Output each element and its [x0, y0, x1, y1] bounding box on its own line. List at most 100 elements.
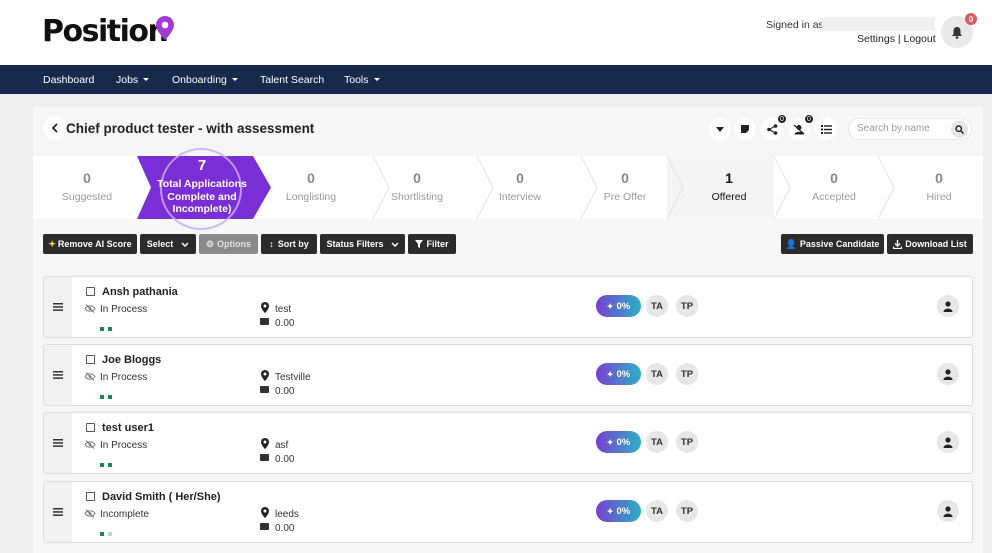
assign-count-badge: 0 — [804, 114, 814, 124]
stage-shortlisting[interactable]: 0 Shortlisting — [367, 156, 467, 219]
notification-count-badge: 0 — [965, 13, 977, 25]
candidate-name[interactable]: test user1 — [102, 422, 154, 434]
stage-label: Interview — [498, 191, 541, 203]
stage-count: 0 — [516, 170, 524, 186]
nav-dashboard[interactable]: Dashboard — [43, 74, 94, 86]
ai-score-value: 0% — [616, 368, 631, 380]
candidate-checkbox[interactable] — [86, 492, 95, 501]
assessment-badge-ta[interactable]: TA — [646, 431, 668, 453]
ai-score-pill[interactable]: ✦ 0% — [596, 363, 641, 385]
candidate-checkbox[interactable] — [86, 355, 95, 364]
candidate-row[interactable]: Joe Bloggs In Process Testville 0.00 ✦ 0%… — [43, 344, 973, 406]
search-icon — [955, 125, 964, 134]
stage-label: Pre Offer — [603, 191, 647, 203]
nav-talent-search[interactable]: Talent Search — [260, 74, 324, 86]
assessment-badge-tp[interactable]: TP — [676, 363, 698, 385]
drag-handle[interactable] — [44, 413, 72, 473]
caret-down-icon — [716, 126, 724, 132]
download-list-button[interactable]: Download List — [887, 234, 973, 254]
stage-interview[interactable]: 0 Interview — [469, 156, 571, 219]
stage-count: 0 — [307, 170, 315, 186]
location-pin-icon — [261, 507, 269, 518]
list-view-button[interactable] — [815, 118, 837, 140]
stage-count: 0 — [83, 170, 91, 186]
stage-count: 1 — [725, 170, 733, 186]
caret-down-icon — [373, 78, 380, 81]
nav-tools[interactable]: Tools — [344, 74, 380, 86]
chevron-left-icon — [51, 123, 58, 133]
drag-handle[interactable] — [44, 482, 72, 542]
settings-link[interactable]: Settings — [857, 33, 895, 45]
assessment-badge-tp[interactable]: TP — [676, 295, 698, 317]
candidate-row[interactable]: David Smith ( Her/She) Incomplete leeds … — [43, 481, 973, 543]
candidate-profile-button[interactable] — [937, 431, 959, 453]
select-dropdown[interactable]: Select — [140, 234, 196, 254]
candidate-status: In Process — [100, 372, 148, 383]
progress-dot — [100, 327, 104, 331]
candidate-status: Incomplete — [100, 509, 149, 520]
candidate-salary: 0.00 — [275, 386, 295, 397]
assessment-badge-ta[interactable]: TA — [646, 363, 668, 385]
assessment-badge-tp[interactable]: TP — [676, 431, 698, 453]
status-filters-dropdown[interactable]: Status Filters — [320, 234, 405, 254]
bell-icon — [952, 26, 962, 39]
progress-dot — [100, 532, 104, 536]
candidate-row[interactable]: Ansh pathania In Process test 0.00 ✦ 0% T… — [43, 276, 973, 338]
stage-accepted[interactable]: 0 Accepted — [783, 156, 885, 219]
sort-by-button[interactable]: ↕ Sort by — [261, 234, 317, 254]
search-button[interactable] — [951, 121, 968, 138]
progress-dots — [100, 527, 116, 539]
download-icon — [893, 239, 903, 249]
candidate-checkbox[interactable] — [86, 423, 95, 432]
ai-score-pill[interactable]: ✦ 0% — [596, 500, 641, 522]
stage-pre-offer[interactable]: 0 Pre Offer — [573, 156, 677, 219]
remove-ai-score-button[interactable]: ✦ Remove AI Score — [43, 234, 137, 254]
account-links: Settings | Logout — [857, 33, 936, 45]
drag-handle[interactable] — [44, 345, 72, 405]
stage-label: Offered — [711, 191, 747, 203]
location-pin-logo-icon — [156, 16, 174, 40]
notes-button[interactable] — [734, 118, 756, 140]
stage-label-line: Complete and — [167, 190, 237, 203]
back-button[interactable] — [43, 116, 67, 140]
more-actions-button[interactable] — [709, 118, 731, 140]
candidate-name[interactable]: Ansh pathania — [102, 286, 178, 298]
nav-jobs[interactable]: Jobs — [116, 74, 150, 86]
nav-onboarding[interactable]: Onboarding — [172, 74, 238, 86]
candidate-profile-button[interactable] — [937, 295, 959, 317]
filter-button[interactable]: Filter — [408, 234, 456, 254]
candidate-name[interactable]: David Smith ( Her/She) — [102, 491, 221, 503]
stage-suggested[interactable]: 0 Suggested — [33, 156, 141, 219]
user-icon — [943, 300, 953, 312]
candidate-checkbox[interactable] — [86, 287, 95, 296]
candidate-name[interactable]: Joe Bloggs — [102, 354, 161, 366]
sparkle-icon: ✦ — [606, 369, 614, 379]
logout-link[interactable]: Logout — [904, 33, 936, 45]
options-button[interactable]: ⚙ Options — [199, 234, 258, 254]
ai-score-value: 0% — [616, 436, 631, 448]
note-icon — [741, 125, 749, 133]
main-nav: Dashboard Jobs Onboarding Talent Search … — [0, 65, 992, 94]
search-input[interactable] — [857, 123, 947, 134]
drag-handle[interactable] — [44, 277, 72, 337]
nav-label: Jobs — [116, 74, 139, 86]
assessment-badge-ta[interactable]: TA — [646, 500, 668, 522]
ai-score-pill[interactable]: ✦ 0% — [596, 431, 641, 453]
assessment-badge-ta[interactable]: TA — [646, 295, 668, 317]
sparkle-icon: ✦ — [606, 301, 614, 311]
share-icon — [766, 123, 777, 135]
stage-offered[interactable]: 1 Offered — [677, 156, 781, 219]
signed-in-label: Signed in as — [766, 19, 824, 31]
brand-logo[interactable]: Position — [42, 14, 169, 49]
candidate-row[interactable]: test user1 In Process asf 0.00 ✦ 0% TA TP — [43, 412, 973, 474]
candidate-profile-button[interactable] — [937, 500, 959, 522]
ai-score-pill[interactable]: ✦ 0% — [596, 295, 641, 317]
passive-candidate-button[interactable]: 👤 Passive Candidate — [781, 234, 884, 254]
stage-hired[interactable]: 0 Hired — [889, 156, 989, 219]
candidate-salary: 0.00 — [275, 523, 295, 534]
candidate-salary: 0.00 — [275, 318, 295, 329]
candidate-profile-button[interactable] — [937, 363, 959, 385]
assessment-badge-tp[interactable]: TP — [676, 500, 698, 522]
stage-longlisting[interactable]: 0 Longlisting — [263, 156, 359, 219]
sort-icon: ↕ — [269, 239, 274, 249]
